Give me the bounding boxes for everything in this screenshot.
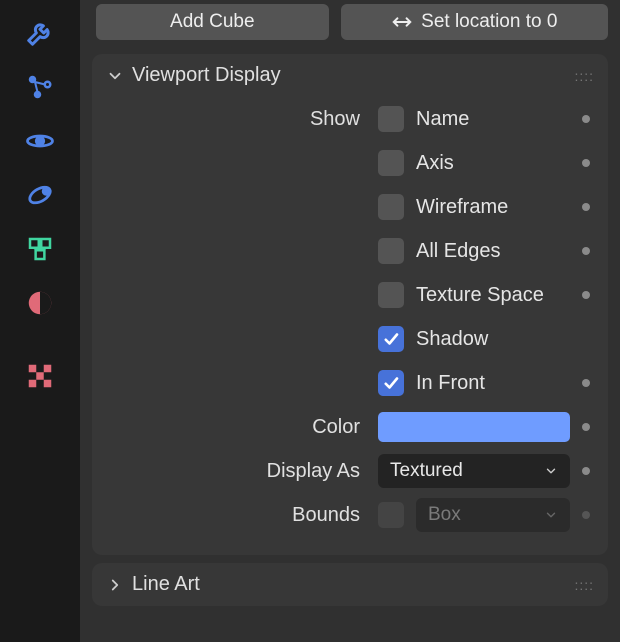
drag-handle-icon[interactable]: ::::	[574, 577, 594, 593]
bounds-type-value: Box	[428, 504, 544, 526]
checkbox-texture-space[interactable]	[378, 282, 404, 308]
anim-dot[interactable]	[582, 159, 590, 167]
data-tab-icon[interactable]	[18, 227, 62, 271]
checkbox-shadow[interactable]	[378, 326, 404, 352]
color-label: Color	[92, 416, 378, 439]
option-wireframe: Wireframe	[416, 196, 508, 219]
panel-header-viewport-display[interactable]: Viewport Display ::::	[92, 54, 608, 97]
option-shadow: Shadow	[416, 328, 488, 351]
show-label: Show	[92, 108, 378, 131]
display-as-label: Display As	[92, 460, 378, 483]
viewport-display-panel: Viewport Display :::: Show Name A	[92, 54, 608, 555]
line-art-panel: Line Art ::::	[92, 563, 608, 606]
checkbox-axis[interactable]	[378, 150, 404, 176]
particles-tab-icon[interactable]	[18, 65, 62, 109]
option-name: Name	[416, 108, 469, 131]
checkbox-all-edges[interactable]	[378, 238, 404, 264]
texture-tab-icon[interactable]	[18, 354, 62, 398]
chevron-down-icon	[544, 464, 558, 478]
option-axis: Axis	[416, 152, 454, 175]
chevron-right-icon	[106, 576, 124, 594]
panel-title-line-art: Line Art	[132, 573, 200, 596]
checkbox-bounds[interactable]	[378, 502, 404, 528]
checkbox-wireframe[interactable]	[378, 194, 404, 220]
option-texture-space: Texture Space	[416, 284, 544, 307]
bounds-label: Bounds	[92, 504, 378, 527]
anim-dot[interactable]	[582, 467, 590, 475]
chevron-down-icon	[106, 67, 124, 85]
panel-header-line-art[interactable]: Line Art ::::	[92, 563, 608, 606]
add-cube-button[interactable]: Add Cube	[96, 4, 329, 40]
anim-dot[interactable]	[582, 379, 590, 387]
set-location-label: Set location to 0	[421, 11, 557, 33]
anim-dot[interactable]	[582, 203, 590, 211]
set-location-button[interactable]: Set location to 0	[341, 4, 608, 40]
checkbox-name[interactable]	[378, 106, 404, 132]
properties-content: Add Cube Set location to 0 Viewport Disp…	[80, 0, 620, 642]
option-in-front: In Front	[416, 372, 485, 395]
display-as-value: Textured	[390, 460, 544, 482]
material-tab-icon[interactable]	[18, 281, 62, 325]
add-cube-label: Add Cube	[170, 11, 255, 33]
constraints-tab-icon[interactable]	[18, 173, 62, 217]
modifiers-tab-icon[interactable]	[18, 11, 62, 55]
properties-tabs	[0, 0, 80, 642]
anim-dot[interactable]	[582, 247, 590, 255]
chevron-down-icon	[544, 508, 558, 522]
option-all-edges: All Edges	[416, 240, 501, 263]
bounds-type-select: Box	[416, 498, 570, 532]
arrows-horizontal-icon	[391, 11, 413, 33]
display-as-select[interactable]: Textured	[378, 454, 570, 488]
anim-dot[interactable]	[582, 291, 590, 299]
drag-handle-icon[interactable]: ::::	[574, 68, 594, 84]
anim-dot[interactable]	[582, 511, 590, 519]
physics-tab-icon[interactable]	[18, 119, 62, 163]
checkbox-in-front[interactable]	[378, 370, 404, 396]
color-swatch[interactable]	[378, 412, 570, 442]
anim-dot[interactable]	[582, 423, 590, 431]
panel-title: Viewport Display	[132, 64, 281, 87]
anim-dot[interactable]	[582, 115, 590, 123]
